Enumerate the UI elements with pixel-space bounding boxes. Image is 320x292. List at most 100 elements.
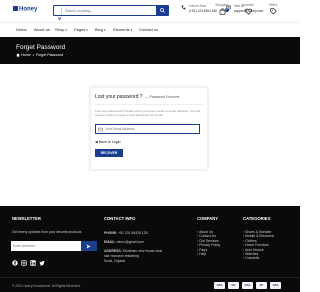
- mail-icon: [98, 127, 103, 132]
- twitter-icon[interactable]: [39, 260, 45, 266]
- visa-card-icon: VISA: [242, 282, 253, 289]
- footer-divider: [0, 277, 300, 278]
- search-input[interactable]: [65, 6, 153, 15]
- nav-pages[interactable]: Pages▾: [74, 27, 88, 32]
- mastercard-icon: MC: [228, 282, 239, 289]
- email-value[interactable]: demo@gmail.com: [117, 240, 144, 244]
- breadcrumb-current: Forget Password: [35, 53, 64, 57]
- search-bar: [53, 5, 169, 21]
- visa-card-icon: VISA: [214, 282, 225, 289]
- nav-elements-label: Elements: [113, 27, 130, 32]
- categories-heading: CATEGORIES: [243, 216, 271, 221]
- logo-text: Honey: [19, 6, 38, 13]
- link-label: Clothes: [245, 238, 257, 243]
- linkedin-icon[interactable]: [30, 260, 36, 266]
- phone-value[interactable]: +91 231 56425 125: [118, 231, 147, 235]
- shopping-label: Shopping: [215, 3, 229, 7]
- nav-shop[interactable]: Shop▾: [55, 27, 67, 32]
- chevron-down-icon: ▾: [65, 28, 67, 32]
- main-navigation: Home About us Shop▾ Pages▾ Blog▾ Element…: [0, 22, 300, 36]
- chevron-down-icon: ▾: [86, 28, 88, 32]
- link-label: About Us: [199, 230, 214, 234]
- chevron-down-icon: ▾: [104, 28, 106, 32]
- phone-icon: [181, 5, 186, 10]
- link-label: Contact Us: [199, 234, 216, 239]
- phone-label: PHONE:: [104, 231, 118, 235]
- back-to-login-link[interactable]: ◀ Back to Login: [95, 140, 121, 144]
- favorite-label: Favorite: [242, 3, 254, 7]
- breadcrumb-home[interactable]: Home: [21, 53, 31, 57]
- send-icon: [86, 244, 91, 248]
- form-title: Lost your password ? — Password Recover: [95, 94, 180, 100]
- nav-elements[interactable]: Elements▾: [113, 27, 132, 32]
- logo-icon: [13, 6, 18, 11]
- chevron-right-icon: ›: [243, 230, 245, 234]
- link-label: Privacy Policy: [199, 243, 221, 248]
- search-button[interactable]: [156, 6, 168, 15]
- category-link[interactable]: ›Cosmetic: [243, 256, 274, 260]
- copyright-text: © 2021 Honey Ecommerce. All Rights Reser…: [12, 284, 81, 288]
- chevron-right-icon: ›: [243, 238, 245, 243]
- chevron-right-icon: ›: [197, 238, 199, 243]
- visa-card-icon: VISA: [270, 282, 281, 289]
- breadcrumb: Home • Forget Password: [16, 53, 63, 57]
- chevron-right-icon: ›: [197, 247, 199, 252]
- nav-contact-us[interactable]: Contact us: [139, 27, 158, 32]
- address-line: Surat, Gujarat: [104, 259, 126, 263]
- chevron-right-icon: ›: [243, 234, 245, 239]
- address-label: ADDRESS:: [104, 249, 122, 253]
- paypal-icon: PP: [256, 282, 267, 289]
- shopping-tile[interactable]: Shopping 0: [212, 3, 232, 19]
- password-recover-form: Lost your password ? — Password Recover …: [90, 87, 208, 170]
- company-heading: COMPANY: [197, 216, 219, 221]
- form-title-text: Lost your password ?: [95, 94, 143, 100]
- link-label: Watches: [245, 252, 259, 257]
- nav-pages-label: Pages: [74, 27, 86, 32]
- newsletter-email-input[interactable]: [11, 241, 81, 251]
- link-label: Our Services: [199, 238, 219, 243]
- chevron-right-icon: ›: [197, 230, 199, 234]
- newsletter-text: Get timely updates from your favorite pr…: [12, 230, 82, 234]
- site-logo[interactable]: Honey: [13, 6, 37, 13]
- category-links: ›Shoes & Sneaker ›Mobile & Electronic ›C…: [243, 230, 274, 261]
- nav-home[interactable]: Home: [16, 27, 27, 32]
- page-banner: Forget Password Home • Forget Password: [0, 37, 300, 64]
- link-label: Help: [199, 252, 207, 257]
- heart-icon: [244, 8, 252, 15]
- breadcrumb-separator: •: [32, 53, 34, 57]
- back-to-login-label: Back to Login: [98, 140, 121, 144]
- favorite-tile[interactable]: Favorite: [238, 3, 258, 19]
- chevron-right-icon: ›: [243, 247, 245, 252]
- email-field[interactable]: [95, 124, 200, 134]
- link-label: Faq's: [199, 247, 208, 252]
- chevron-down-icon: ▾: [130, 28, 133, 32]
- nav-blog[interactable]: Blog▾: [95, 27, 106, 32]
- home-icon: [16, 53, 20, 57]
- email-label: EMAIL:: [104, 240, 116, 244]
- call-label: Call us Now: [189, 4, 207, 8]
- nav-about-us[interactable]: About us: [34, 27, 50, 32]
- offers-label: Offers: [268, 3, 278, 7]
- contact-phone: PHONE: +91 231 56425 125: [104, 231, 147, 235]
- chevron-right-icon: ›: [243, 252, 245, 257]
- link-label: Home Furniture: [245, 243, 269, 248]
- chevron-right-icon: ›: [197, 234, 199, 239]
- nav-shop-label: Shop: [55, 27, 65, 32]
- newsletter-heading: NEWSLETTER: [12, 216, 41, 221]
- link-label: Auto Motors: [245, 247, 264, 252]
- company-link-help[interactable]: ›Help: [197, 252, 220, 256]
- chevron-right-icon: ›: [243, 256, 245, 261]
- tag-icon: [269, 8, 277, 15]
- category-dropdown-icon[interactable]: [57, 8, 62, 21]
- site-footer: NEWSLETTER Get timely updates from your …: [0, 206, 300, 292]
- chevron-left-icon: ◀: [95, 140, 98, 144]
- contact-address: ADDRESS: Shubham new house near: [104, 249, 162, 253]
- offers-tile[interactable]: Offers: [263, 3, 283, 19]
- newsletter-submit-button[interactable]: [81, 241, 97, 251]
- facebook-icon[interactable]: [12, 260, 18, 266]
- recover-button[interactable]: RECOVER: [95, 149, 123, 157]
- email-input[interactable]: [105, 125, 195, 133]
- divider: [95, 104, 203, 105]
- instagram-icon[interactable]: [21, 260, 27, 266]
- nav-blog-label: Blog: [95, 27, 104, 32]
